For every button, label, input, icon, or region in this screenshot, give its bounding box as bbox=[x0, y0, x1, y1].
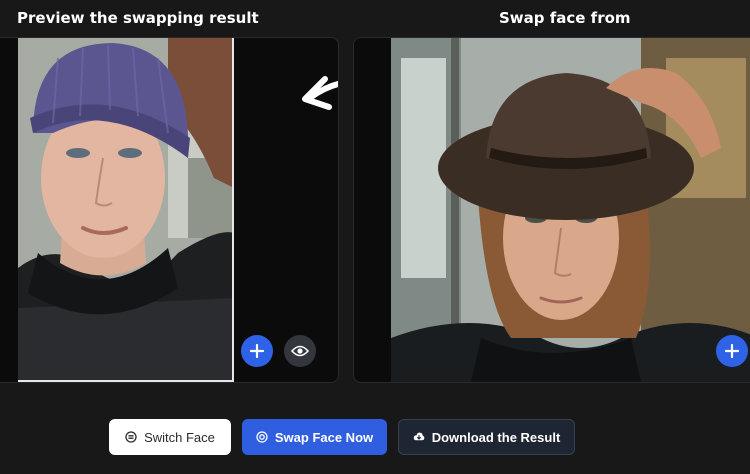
action-toolbar: Switch Face Swap Face Now Download the R… bbox=[0, 419, 750, 455]
source-heading: Swap face from bbox=[499, 9, 631, 27]
add-result-image-button[interactable] bbox=[241, 335, 273, 367]
source-photo-illustration bbox=[391, 38, 750, 382]
download-result-label: Download the Result bbox=[431, 429, 561, 445]
preview-heading: Preview the swapping result bbox=[17, 9, 259, 27]
preview-panel bbox=[0, 37, 339, 383]
cloud-download-icon bbox=[413, 431, 425, 443]
result-photo bbox=[18, 38, 234, 382]
switch-face-label: Switch Face bbox=[144, 429, 215, 445]
download-result-button[interactable]: Download the Result bbox=[398, 419, 575, 455]
switch-face-button[interactable]: Switch Face bbox=[109, 419, 231, 455]
source-panel bbox=[353, 37, 750, 383]
face-swap-page: Preview the swapping result Swap face fr… bbox=[0, 0, 750, 474]
swap-face-now-label: Swap Face Now bbox=[274, 429, 374, 445]
eye-icon bbox=[291, 345, 309, 357]
source-photo bbox=[391, 38, 750, 382]
plus-icon bbox=[249, 343, 265, 359]
curved-arrow-left-icon bbox=[302, 76, 338, 110]
plus-icon bbox=[724, 343, 740, 359]
result-photo-illustration bbox=[18, 38, 232, 380]
target-icon bbox=[256, 431, 268, 443]
swap-face-now-button[interactable]: Swap Face Now bbox=[242, 419, 387, 455]
view-result-button[interactable] bbox=[284, 335, 316, 367]
switch-icon bbox=[125, 431, 137, 443]
add-source-face-button[interactable] bbox=[716, 335, 748, 367]
